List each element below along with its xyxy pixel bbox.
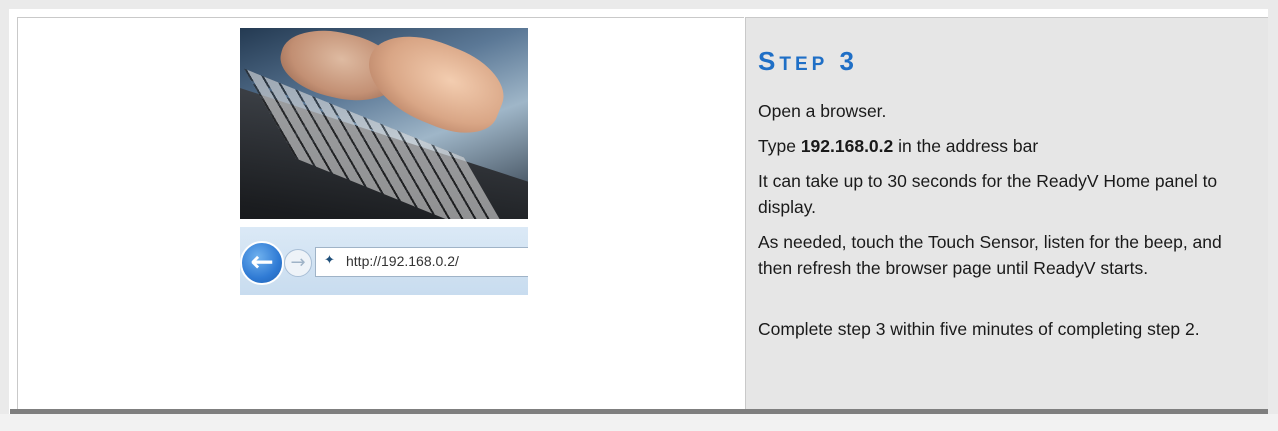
step-heading: STEP 3 [758,46,858,77]
instruction-type-prefix: Type [758,136,801,156]
frame-left [0,0,9,431]
ip-address: 192.168.0.2 [800,136,894,156]
typing-photo [240,28,528,219]
step-heading-number: 3 [839,46,858,76]
instruction-wait: It can take up to 30 seconds for the Rea… [758,171,1218,217]
instruction-open-browser: Open a browser. [758,101,887,121]
browser-address-bar-image: ← → ✦ http://192.168.0.2/ [240,227,528,295]
forward-arrow-icon: → [284,249,312,277]
instruction-time-limit: Complete step 3 within five minutes of c… [758,319,1200,339]
instructions-cell: STEP 3 Open a browser. Type 192.168.0.2 … [745,17,1268,409]
step-heading-initial: S [758,46,780,76]
frame-top [0,0,1278,9]
instruction-type-suffix: in the address bar [893,136,1039,156]
frame-bottom [0,414,1278,431]
site-favicon-icon: ✦ [324,253,335,268]
back-arrow-icon: ← [240,241,284,285]
instruction-type-address: Type 192.168.0.2 in the address bar [758,133,1258,159]
url-text: http://192.168.0.2/ [346,253,459,269]
instruction-touch-sensor: As needed, touch the Touch Sensor, liste… [758,232,1222,278]
step-heading-rest: TEP [779,54,829,75]
frame-right [1268,0,1278,431]
url-field: ✦ http://192.168.0.2/ [315,247,528,277]
